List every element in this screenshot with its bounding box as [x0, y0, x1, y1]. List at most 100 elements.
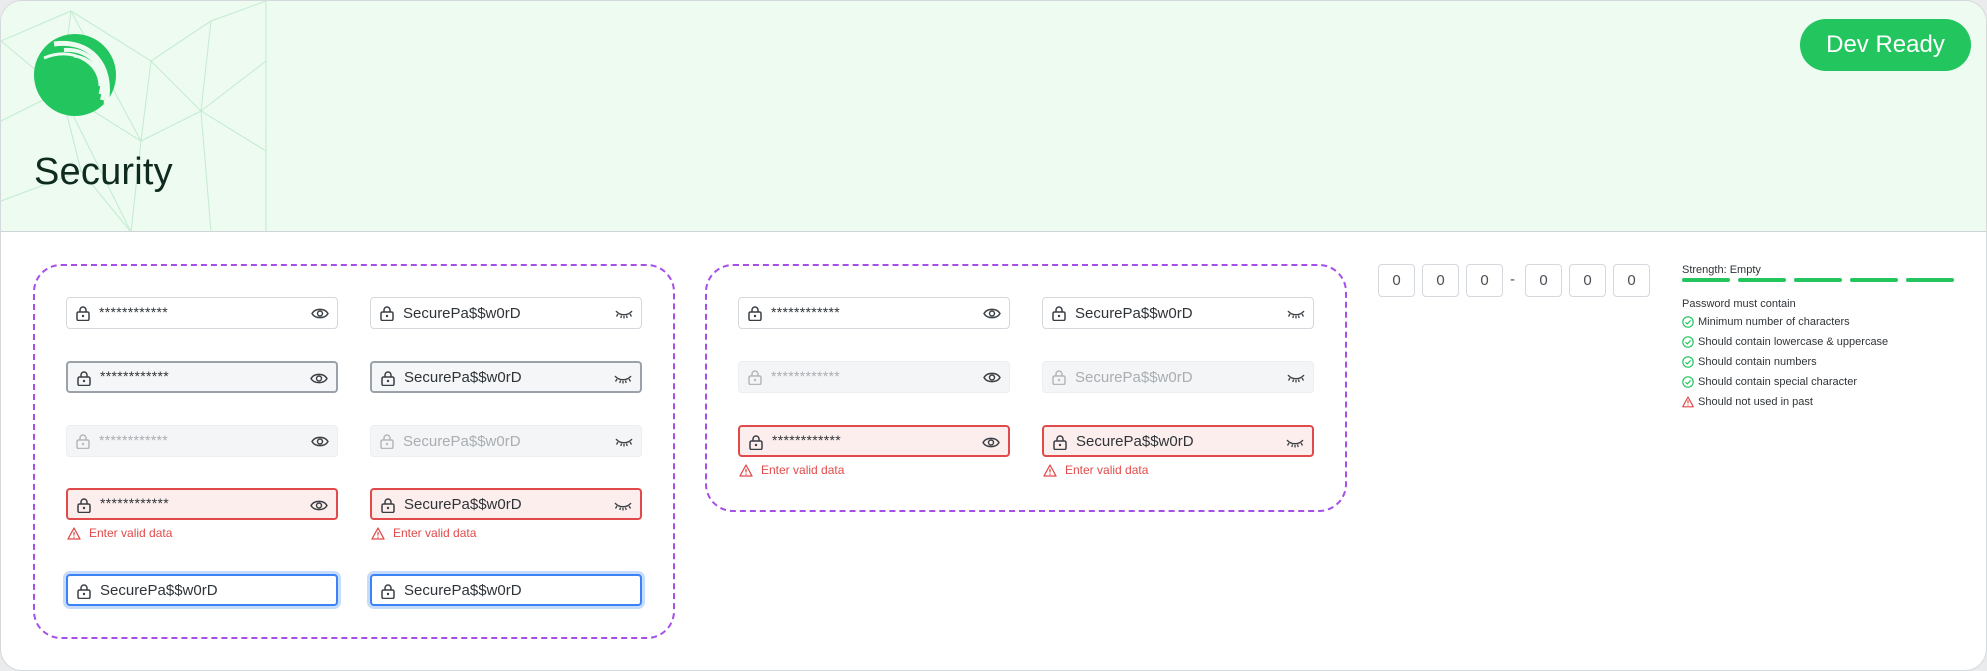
eye-closed-icon: [615, 438, 633, 447]
lock-icon: [381, 584, 395, 599]
eye-icon: [983, 372, 1001, 383]
eye-closed-icon[interactable]: [1286, 435, 1304, 450]
password-input-masked-disabled: ************: [738, 361, 1010, 393]
brand-logo-icon: [34, 34, 116, 116]
password-input-masked-default[interactable]: ************: [66, 297, 338, 329]
eye-icon[interactable]: [982, 435, 1000, 450]
requirement-item: Should not used in past: [1682, 396, 1813, 408]
check-circle-icon: [1682, 316, 1694, 328]
password-input-visible-default[interactable]: SecurePa$$w0rD: [1042, 297, 1314, 329]
eye-closed-icon[interactable]: [614, 498, 632, 513]
password-input-masked-default[interactable]: ************: [738, 297, 1010, 329]
lock-icon: [77, 371, 91, 386]
password-value: SecurePa$$w0rD: [1075, 304, 1193, 322]
lock-icon: [77, 498, 91, 513]
otp-digit-input[interactable]: 0: [1422, 264, 1459, 297]
warning-icon: [371, 526, 385, 540]
eye-icon[interactable]: [310, 498, 328, 513]
lock-icon: [748, 306, 762, 321]
otp-digit-input[interactable]: 0: [1569, 264, 1606, 297]
requirement-text: Minimum number of characters: [1698, 316, 1850, 328]
password-input-visible-hover[interactable]: SecurePa$$w0rD: [370, 361, 642, 393]
otp-digit-input[interactable]: 0: [1525, 264, 1562, 297]
requirement-item: Should contain lowercase & uppercase: [1682, 336, 1888, 348]
strength-segment: [1682, 278, 1730, 282]
password-value: SecurePa$$w0rD: [403, 304, 521, 322]
otp-digit-input[interactable]: 0: [1466, 264, 1503, 297]
lock-icon: [381, 371, 395, 386]
password-value: SecurePa$$w0rD: [1075, 368, 1193, 386]
password-value: SecurePa$$w0rD: [1076, 432, 1194, 450]
requirement-item: Minimum number of characters: [1682, 316, 1850, 328]
password-input-masked-hover[interactable]: ************: [66, 361, 338, 393]
password-value: SecurePa$$w0rD: [403, 432, 521, 450]
password-input-visible-disabled: SecurePa$$w0rD: [1042, 361, 1314, 393]
check-circle-icon: [1682, 356, 1694, 368]
otp-digit-input[interactable]: 0: [1378, 264, 1415, 297]
error-text: Enter valid data: [393, 526, 477, 540]
password-value: SecurePa$$w0rD: [100, 581, 218, 599]
page-title: Security: [34, 151, 173, 193]
eye-icon[interactable]: [310, 371, 328, 386]
requirement-item: Should contain special character: [1682, 376, 1857, 388]
password-input-visible-error[interactable]: SecurePa$$w0rD: [370, 488, 642, 520]
error-text: Enter valid data: [89, 526, 173, 540]
password-value: SecurePa$$w0rD: [404, 368, 522, 386]
password-input-visible-error[interactable]: SecurePa$$w0rD: [1042, 425, 1314, 457]
requirement-text: Should contain lowercase & uppercase: [1698, 336, 1889, 348]
password-input-masked-error[interactable]: ************: [738, 425, 1010, 457]
requirement-text: Should contain numbers: [1698, 356, 1817, 368]
password-input-focused-left[interactable]: SecurePa$$w0rD: [66, 574, 338, 606]
error-message: Enter valid data: [1043, 463, 1148, 477]
eye-icon: [311, 436, 329, 447]
lock-icon: [749, 435, 763, 450]
password-value: ************: [771, 304, 840, 320]
warning-icon: [1043, 463, 1057, 477]
password-value: ************: [99, 304, 168, 320]
password-input-visible-disabled: SecurePa$$w0rD: [370, 425, 642, 457]
eye-icon[interactable]: [983, 306, 1001, 321]
password-input-masked-error[interactable]: ************: [66, 488, 338, 520]
warning-icon: [739, 463, 753, 477]
error-message: Enter valid data: [371, 526, 476, 540]
strength-segment: [1850, 278, 1898, 282]
requirement-text: Should contain special character: [1698, 376, 1857, 388]
eye-icon[interactable]: [311, 306, 329, 321]
check-circle-icon: [1682, 376, 1694, 388]
strength-segment: [1794, 278, 1842, 282]
lock-icon: [76, 306, 90, 321]
password-value: ************: [100, 495, 169, 511]
lock-icon: [381, 498, 395, 513]
strength-segment: [1906, 278, 1954, 282]
lock-icon: [76, 434, 90, 449]
lock-icon: [1053, 435, 1067, 450]
otp-digit-input[interactable]: 0: [1613, 264, 1650, 297]
status-badge: Dev Ready: [1800, 19, 1971, 71]
lock-icon: [1052, 306, 1066, 321]
warning-icon: [67, 526, 81, 540]
password-value: ************: [100, 368, 169, 384]
lock-icon: [380, 434, 394, 449]
lock-icon: [748, 370, 762, 385]
eye-closed-icon[interactable]: [1287, 306, 1305, 321]
eye-closed-icon[interactable]: [615, 306, 633, 321]
password-value: ************: [99, 432, 168, 448]
header: Security Dev Ready: [1, 1, 1986, 232]
requirement-text: Should not used in past: [1698, 396, 1813, 408]
error-message: Enter valid data: [67, 526, 172, 540]
error-message: Enter valid data: [739, 463, 844, 477]
password-input-masked-disabled: ************: [66, 425, 338, 457]
password-value: ************: [772, 432, 841, 448]
error-text: Enter valid data: [1065, 463, 1149, 477]
check-circle-icon: [1682, 336, 1694, 348]
requirements-title: Password must contain: [1682, 298, 1796, 310]
strength-segment: [1738, 278, 1786, 282]
password-value: SecurePa$$w0rD: [404, 581, 522, 599]
strength-label: Strength: Empty: [1682, 264, 1761, 276]
password-input-focused-right[interactable]: SecurePa$$w0rD: [370, 574, 642, 606]
password-input-visible-default[interactable]: SecurePa$$w0rD: [370, 297, 642, 329]
error-text: Enter valid data: [761, 463, 845, 477]
eye-closed-icon: [1287, 374, 1305, 383]
password-value: SecurePa$$w0rD: [404, 495, 522, 513]
eye-closed-icon[interactable]: [614, 371, 632, 386]
